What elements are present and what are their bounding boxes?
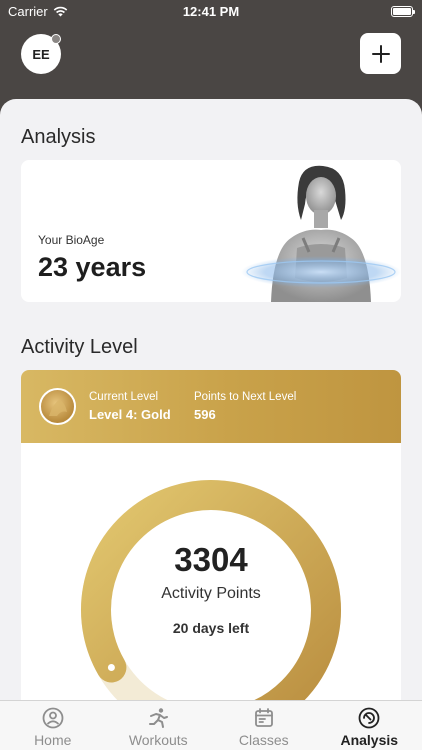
tab-classes[interactable]: Classes <box>211 701 317 750</box>
days-left-label: 20 days left <box>172 620 250 636</box>
tab-analysis[interactable]: Analysis <box>317 701 422 750</box>
add-button[interactable] <box>360 33 401 74</box>
calendar-icon <box>254 708 273 727</box>
status-bar: Carrier 12:41 PM <box>0 0 422 24</box>
points-to-next-label: Points to Next Level <box>194 391 297 403</box>
current-level-value: Level 4: Gold <box>89 407 171 422</box>
bioage-value: 23 years <box>38 252 147 282</box>
notification-dot <box>51 34 61 44</box>
tab-analysis-label: Analysis <box>340 732 399 748</box>
main-content: Analysis Your BioAge 23 years Activity L… <box>0 99 422 750</box>
current-level-label: Current Level <box>89 391 159 403</box>
activity-points-value: 3304 <box>174 541 248 578</box>
tab-classes-label: Classes <box>238 732 289 748</box>
tab-bar: Home Workouts Classes Analysis <box>0 700 422 750</box>
level-banner: Current Level Level 4: Gold Points to Ne… <box>21 370 401 443</box>
activity-level-title: Activity Level <box>21 336 138 358</box>
bioage-label: Your BioAge <box>38 233 105 247</box>
ring-start-dot <box>107 664 115 671</box>
tab-workouts-label: Workouts <box>128 732 188 748</box>
tab-home-label: Home <box>34 732 72 748</box>
analysis-title: Analysis <box>21 126 96 148</box>
tab-home[interactable]: Home <box>0 701 106 750</box>
activity-points-caption: Activity Points <box>161 585 261 602</box>
athlete-portrait-image <box>241 165 401 302</box>
avatar[interactable]: EE <box>21 34 61 74</box>
battery-icon <box>391 6 415 17</box>
gold-level-badge-icon <box>39 388 76 425</box>
activity-card[interactable]: Current Level Level 4: Gold Points to Ne… <box>21 370 401 750</box>
points-to-next-value: 596 <box>194 407 216 422</box>
bioage-card[interactable]: Your BioAge 23 years <box>21 160 401 302</box>
analysis-gauge-icon <box>358 707 380 729</box>
tab-workouts[interactable]: Workouts <box>106 701 212 750</box>
plus-icon <box>371 44 390 63</box>
home-person-icon <box>42 707 64 729</box>
running-figure-icon <box>149 708 169 728</box>
status-time: 12:41 PM <box>182 4 240 19</box>
avatar-initials: EE <box>32 46 50 62</box>
